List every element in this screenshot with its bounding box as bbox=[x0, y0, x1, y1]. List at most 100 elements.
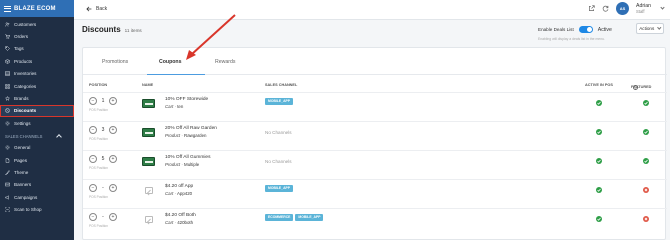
header-position: POSITION bbox=[89, 83, 108, 87]
sidebar-item-scan-to-shop[interactable]: Scan to Shop bbox=[0, 203, 74, 215]
brand-logo: BLAZE ECOM bbox=[14, 5, 56, 12]
increment-button[interactable]: + bbox=[109, 213, 117, 221]
header-active-in-pos: ACTIVE IN POS bbox=[585, 83, 613, 87]
discount-name[interactable]: $4.20 off App bbox=[165, 184, 193, 189]
sidebar-item-products[interactable]: Products bbox=[0, 55, 74, 67]
sidebar-item-brands[interactable]: Brands bbox=[0, 92, 74, 104]
avatar[interactable]: AS bbox=[616, 2, 629, 15]
table-header: POSITION NAME SALES CHANNEL ACTIVE IN PO… bbox=[83, 81, 667, 91]
discount-name[interactable]: 20% Off All Raw Garden bbox=[165, 126, 217, 131]
channel-badge: MOBILE_APP bbox=[265, 185, 294, 192]
back-link[interactable]: Back bbox=[86, 6, 107, 12]
actions-button[interactable]: Actions bbox=[636, 23, 664, 34]
chevron-down-icon[interactable] bbox=[660, 5, 665, 10]
check-circle-icon[interactable] bbox=[596, 216, 602, 222]
position-stepper: −3 + bbox=[89, 126, 117, 134]
position-stepper: −5 + bbox=[89, 155, 117, 163]
decrement-button[interactable]: − bbox=[89, 213, 97, 221]
sidebar-item-banners[interactable]: Banners bbox=[0, 179, 74, 191]
sales-channels-header[interactable]: SALES CHANNELS bbox=[0, 132, 74, 141]
sidebar-item-label: Discounts bbox=[14, 108, 37, 114]
tab-promotions[interactable]: Promotions bbox=[102, 59, 128, 65]
increment-button[interactable]: + bbox=[109, 155, 117, 163]
sidebar-item-orders[interactable]: Orders bbox=[0, 30, 74, 42]
target-value: App420 bbox=[176, 191, 193, 196]
increment-button[interactable]: + bbox=[109, 184, 117, 192]
discount-name[interactable]: 10% OFF Storewide bbox=[165, 97, 208, 102]
sidebar-item-pages[interactable]: Pages bbox=[0, 154, 74, 166]
pos-position-label: POS Position bbox=[89, 108, 108, 112]
check-circle-icon[interactable] bbox=[596, 100, 602, 106]
tab-rewards[interactable]: Rewards bbox=[215, 59, 235, 65]
table-row[interactable]: − - + POS Position $4.20 off App Cart · App42… bbox=[83, 179, 667, 207]
target-type: Cart bbox=[165, 191, 174, 196]
sidebar-item-inventories[interactable]: Inventories bbox=[0, 68, 74, 80]
check-circle-icon[interactable] bbox=[643, 100, 649, 106]
decrement-button[interactable]: − bbox=[89, 97, 97, 105]
sidebar-item-label: Campaigns bbox=[14, 194, 38, 200]
tab-coupons[interactable]: Coupons bbox=[159, 59, 181, 65]
sidebar-item-settings[interactable]: Settings bbox=[0, 117, 74, 129]
discount-name[interactable]: 10% Off All Gummies bbox=[165, 155, 211, 160]
info-icon[interactable]: i bbox=[633, 85, 638, 90]
sidebar-item-theme[interactable]: Theme bbox=[0, 166, 74, 178]
tab-bar: Promotions Coupons Rewards bbox=[83, 52, 667, 75]
check-circle-icon[interactable] bbox=[596, 129, 602, 135]
sidebar-item-customers[interactable]: Customers bbox=[0, 18, 74, 30]
deals-label: Enable Deals List bbox=[538, 27, 574, 32]
decrement-button[interactable]: − bbox=[89, 184, 97, 192]
increment-button[interactable]: + bbox=[109, 126, 117, 134]
deals-toggle[interactable] bbox=[578, 26, 593, 33]
x-circle-icon[interactable] bbox=[643, 187, 649, 193]
decrement-button[interactable]: − bbox=[89, 126, 97, 134]
discount-thumbnail bbox=[142, 99, 155, 108]
sidebar: BLAZE ECOM Customers Orders Tags Products In… bbox=[0, 0, 74, 240]
top-bar: Back AS Adrian Staff bbox=[74, 0, 670, 20]
target-value: Rawgarden bbox=[184, 133, 207, 138]
table-row[interactable]: − - + POS Position $4.20 Off Both Cart · 420b… bbox=[83, 208, 667, 236]
channel-badge: MOBILE_APP bbox=[265, 98, 294, 105]
deals-hint: Enabling will display a deals list in th… bbox=[538, 37, 605, 41]
check-circle-icon[interactable] bbox=[596, 187, 602, 193]
check-circle-icon[interactable] bbox=[643, 129, 649, 135]
user-menu[interactable]: Adrian Staff bbox=[636, 3, 651, 15]
table-row[interactable]: −1 + POS Position 10% OFF Storewide Cart · t… bbox=[83, 92, 667, 120]
arrow-left-icon bbox=[86, 6, 92, 12]
page-title: Discounts bbox=[82, 25, 121, 34]
inventory-icon bbox=[5, 71, 10, 76]
sidebar-item-categories[interactable]: Categories bbox=[0, 80, 74, 92]
box-icon bbox=[5, 59, 10, 64]
table-row[interactable]: −3 + POS Position 20% Off All Raw Garden Pro… bbox=[83, 121, 667, 149]
sales-channels-label: SALES CHANNELS bbox=[5, 133, 43, 139]
table-row[interactable]: −5 + POS Position 10% Off All Gummies Produc… bbox=[83, 150, 667, 178]
chevron-up-icon[interactable] bbox=[56, 134, 62, 140]
pos-position-label: POS Position bbox=[89, 166, 108, 170]
pos-position-label: POS Position bbox=[89, 224, 108, 228]
discount-thumbnail bbox=[142, 157, 155, 166]
decrement-button[interactable]: − bbox=[89, 155, 97, 163]
x-circle-icon[interactable] bbox=[643, 216, 649, 222]
discount-target: Cart · ten bbox=[165, 104, 184, 109]
sidebar-item-campaigns[interactable]: Campaigns bbox=[0, 191, 74, 203]
page-title-row: Discounts 11 items bbox=[82, 25, 142, 34]
sidebar-item-label: Tags bbox=[14, 46, 24, 52]
sidebar-item-label: Pages bbox=[14, 157, 28, 163]
no-channels-text: No Channels bbox=[265, 130, 292, 135]
sidebar-nav: Customers Orders Tags Products Inventories Ca… bbox=[0, 17, 74, 130]
menu-icon[interactable] bbox=[4, 5, 11, 12]
check-circle-icon[interactable] bbox=[596, 158, 602, 164]
position-value: - bbox=[102, 185, 104, 191]
discount-name[interactable]: $4.20 Off Both bbox=[165, 213, 196, 218]
sidebar-item-tags[interactable]: Tags bbox=[0, 43, 74, 55]
external-link-icon[interactable] bbox=[588, 5, 595, 12]
increment-button[interactable]: + bbox=[109, 97, 117, 105]
item-count: 11 items bbox=[124, 28, 142, 33]
user-role: Staff bbox=[636, 8, 645, 14]
target-type: Product bbox=[165, 133, 181, 138]
check-circle-icon[interactable] bbox=[643, 158, 649, 164]
sidebar-item-discounts[interactable]: Discounts bbox=[0, 104, 74, 118]
refresh-icon[interactable] bbox=[602, 5, 609, 12]
sidebar-item-general[interactable]: General bbox=[0, 142, 74, 154]
pos-position-label: POS Position bbox=[89, 137, 108, 141]
sidebar-item-label: Products bbox=[14, 58, 33, 64]
